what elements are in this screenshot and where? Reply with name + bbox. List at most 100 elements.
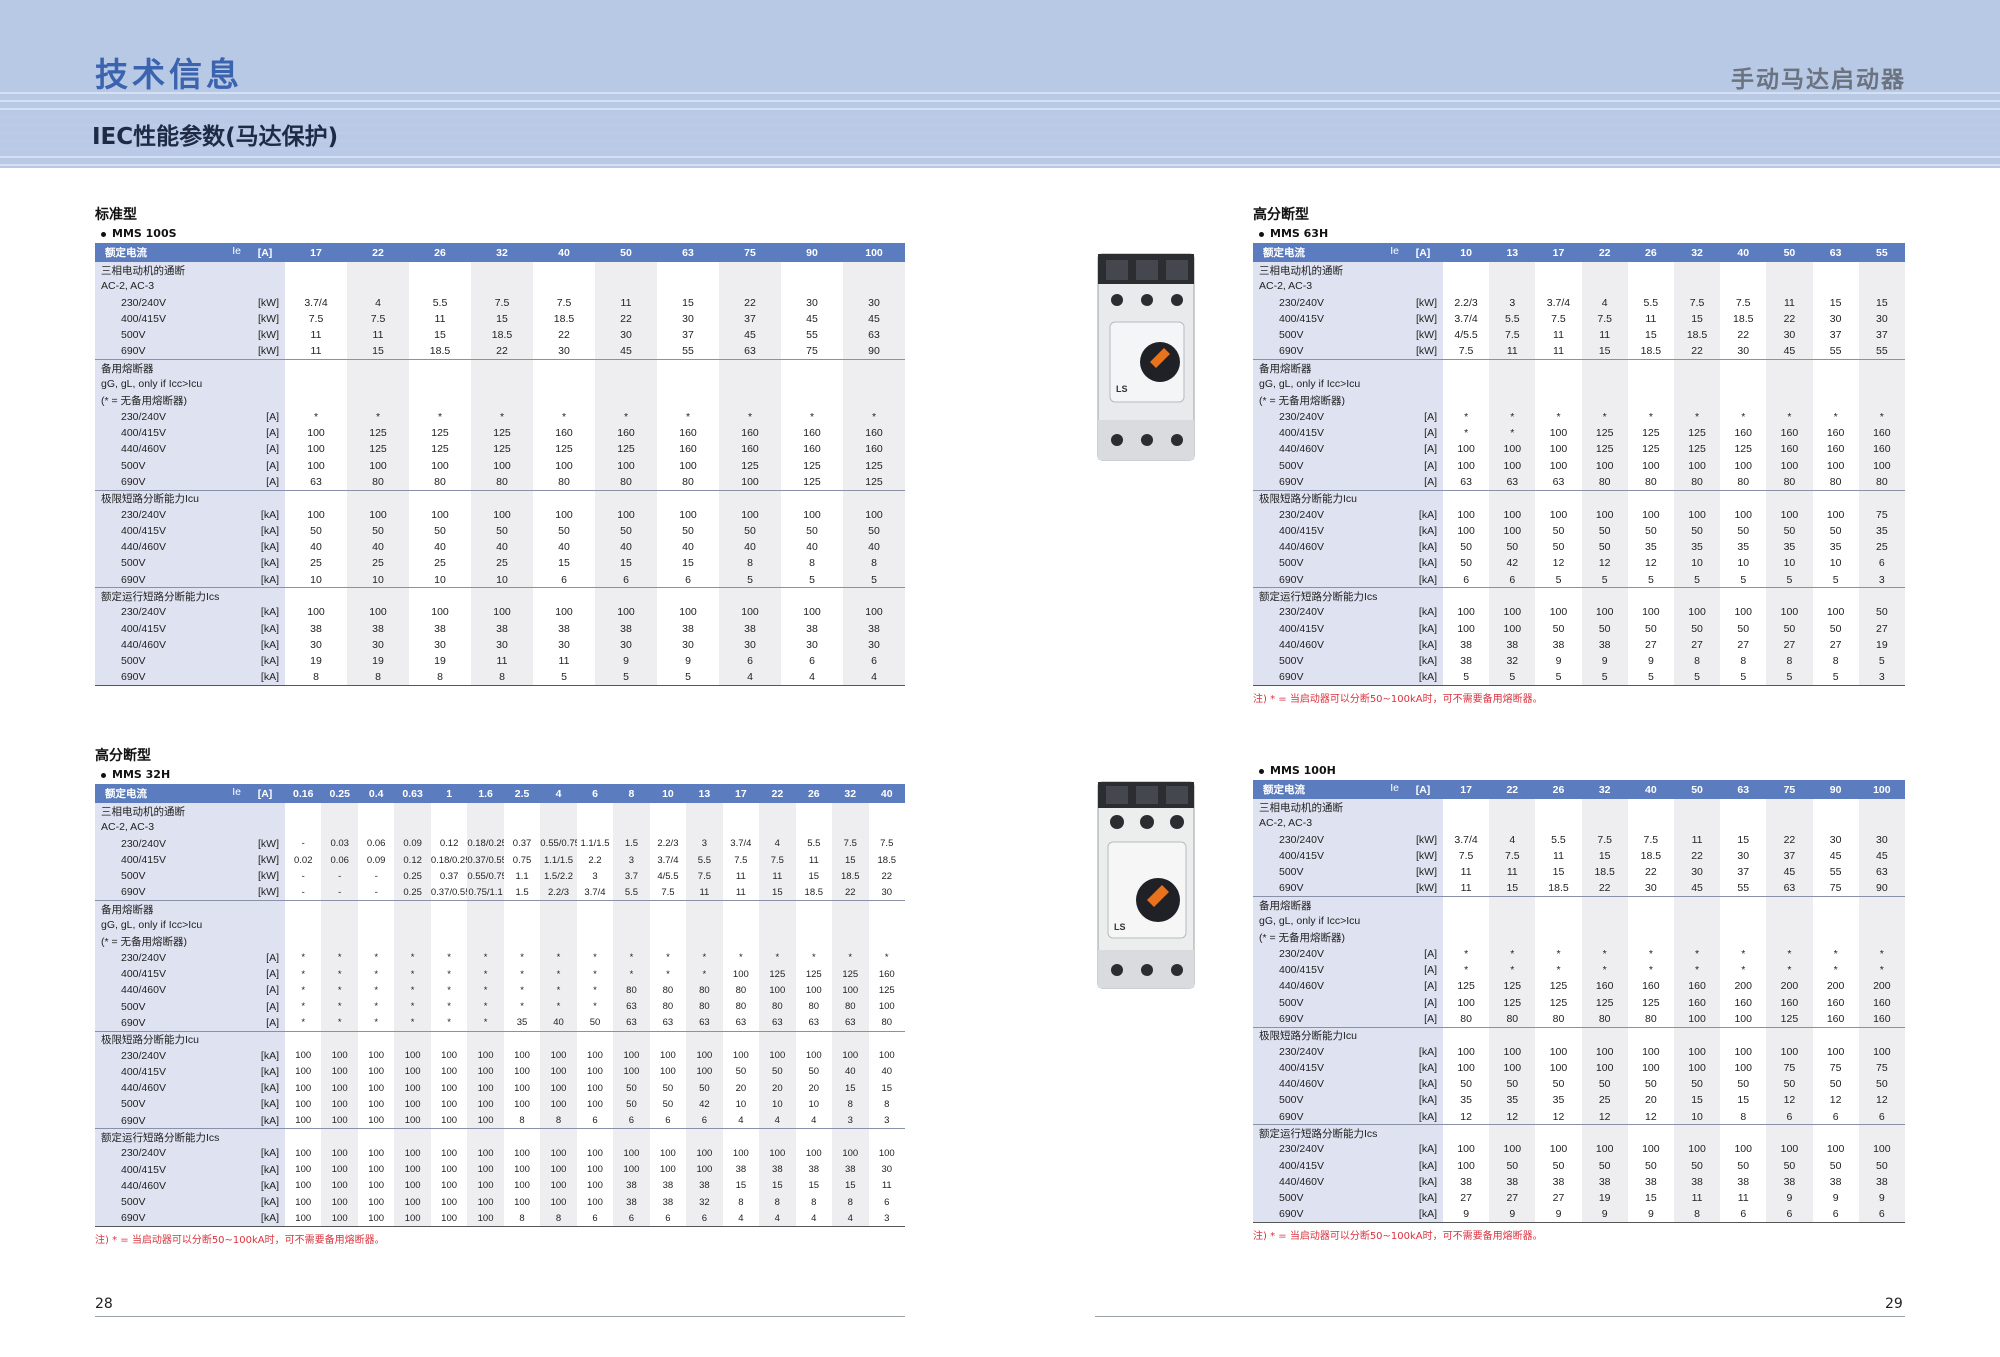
table-cell: 63 (735, 1017, 747, 1029)
table-cell: 4/5.5 (1454, 329, 1478, 342)
table-cell: 100 (467, 1177, 504, 1195)
table-cell (1813, 278, 1859, 294)
table-cell: 7.5 (759, 851, 796, 869)
table-cell: 100 (759, 982, 796, 999)
table-cell: 7.5 (1735, 296, 1751, 309)
table-cell: 160 (1673, 978, 1721, 995)
table-cell (1813, 262, 1859, 278)
table-cell: 40 (682, 541, 694, 554)
table-row: gG, gL, only if Icc>Icu (1253, 913, 1905, 930)
table-cell: 75 (1858, 1059, 1905, 1077)
table-cell: 125 (471, 424, 533, 442)
table-cell: 63 (1858, 864, 1905, 881)
table-row: 400/415V [A] 100 125 125 125 160 160 160 160 160 16… (95, 424, 905, 442)
table-cell: 35 (516, 1017, 528, 1029)
table-cell: 100 (467, 1080, 504, 1097)
row-label: 440/460V (95, 441, 245, 458)
table-cell (409, 489, 471, 507)
table-cell: 63 (808, 1017, 820, 1029)
table-cell: 160 (1858, 424, 1905, 442)
table-cell (719, 376, 781, 393)
table-cell: 0.25 (394, 868, 431, 885)
table-cell (321, 900, 358, 918)
table-cell: 3.7/4 (584, 886, 606, 898)
table-cell: 0.06 (321, 851, 358, 869)
table-cell (1443, 896, 1490, 914)
header-rated-current: 额定电流 Ie (1253, 780, 1404, 799)
table-cell (1720, 262, 1766, 278)
table-cell: * (1648, 410, 1653, 423)
table-cell (533, 262, 595, 278)
table-cell (533, 587, 595, 605)
table-cell: 27 (1766, 636, 1813, 654)
table-cell: 8 (1740, 655, 1747, 668)
table-row: 500V [kW] - - -0.25 0.37 0.55/0.75 1.1 1.5/2.2 3 3… (95, 868, 905, 885)
table-cell (471, 278, 533, 295)
table-cell (795, 1030, 833, 1048)
table-cell (1673, 278, 1721, 295)
table-cell: 160 (1581, 978, 1628, 995)
table-cell: 100 (659, 1164, 676, 1176)
table-cell: 5 (809, 573, 815, 586)
table-cell: 35 (1552, 1094, 1565, 1107)
table-cell: * (685, 410, 691, 423)
section-mms-100s: 标准型 MMS 100S 额定电流 Ie [A] 17 22 26 32 40 50 63 75 90… (95, 205, 905, 687)
table-cell: 63 (1489, 473, 1536, 491)
table-cell: * (1833, 410, 1838, 423)
table-cell: * (394, 982, 431, 999)
table-cell: 7.5 (1458, 850, 1474, 863)
table-cell: 100 (1826, 1045, 1845, 1058)
table-cell: 15 (434, 329, 446, 342)
table-cell: 15 (682, 296, 694, 309)
table-cell: 0.75 (512, 854, 532, 866)
row-label: 500V (95, 327, 245, 344)
table-cell: 40 (434, 541, 446, 554)
table-cell: 160 (1826, 443, 1845, 456)
footnote: 注) * = 当启动器可以分断50~100kA时，可不需要备用熔断器。 (1253, 694, 1543, 706)
table-cell (1489, 278, 1536, 295)
table-cell: * (471, 408, 533, 425)
table-cell: 11 (1673, 1190, 1721, 1207)
table-cell: 0.12 (394, 851, 431, 869)
table-cell: * (467, 949, 504, 966)
table-cell (1628, 376, 1674, 392)
table-cell: 80 (1858, 473, 1905, 491)
table-row: 额定运行短路分断能力Ics (95, 1128, 905, 1146)
table-row: 极限短路分断能力Icu (95, 489, 905, 507)
table-cell: 100 (347, 457, 409, 474)
table-row: gG, gL, only if Icc>Icu (95, 376, 905, 393)
table-cell (781, 262, 843, 278)
table-cell: - (301, 886, 305, 898)
footnote: 注) * = 当启动器可以分断50~100kA时，可不需要备用熔断器。 (1253, 1231, 1543, 1243)
row-label: 400/415V (95, 522, 245, 540)
table-cell (719, 278, 781, 295)
table-cell (533, 489, 595, 507)
table-cell (1535, 1026, 1582, 1044)
table-cell: 5 (1489, 669, 1536, 687)
table-cell: 160 (679, 443, 697, 456)
table-cell: - (374, 870, 378, 882)
table-cell: 38 (759, 1161, 796, 1178)
table-row: 440/460V [kA] 40 40 40 40 40 40 40 40 40 40 (95, 539, 905, 556)
row-unit: [kA] (1403, 1157, 1444, 1174)
table-cell: 7.5 (1551, 313, 1566, 326)
table-cell (1858, 1124, 1905, 1142)
table-cell: 55 (1737, 882, 1750, 895)
table-row: 500V [kA] 100 100 100 100 100 100 100 100 100 38 38 3… (95, 1194, 905, 1211)
table-cell: 6 (1766, 1206, 1813, 1224)
table-cell: 7.5 (686, 868, 723, 885)
table-cell (843, 489, 905, 507)
table-cell: * (843, 408, 905, 425)
table-row: 500V [kW] 11 11 15 18.5 22 30 37 45 55 63 (95, 327, 905, 344)
table-cell: 6 (686, 1112, 723, 1129)
table-cell: 63 (613, 998, 650, 1015)
table-cell: * (666, 968, 670, 980)
table-cell: 5 (843, 571, 905, 588)
table-cell (595, 262, 657, 279)
row-unit: [kA] (245, 1096, 285, 1113)
table-cell: 50 (1829, 1159, 1842, 1172)
table-cell: 100 (595, 506, 657, 523)
row-unit (245, 376, 285, 393)
table-cell: 5 (1581, 571, 1628, 588)
table-row: 230/240V [A] * * * * * * * * * * (1253, 408, 1905, 425)
